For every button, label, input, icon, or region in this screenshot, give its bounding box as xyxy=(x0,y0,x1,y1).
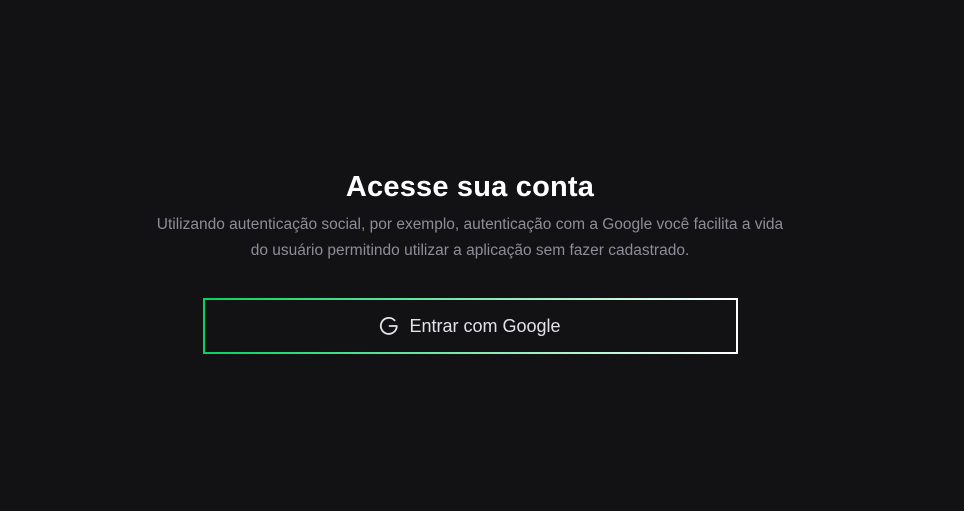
login-page: Acesse sua conta Utilizando autenticação… xyxy=(0,0,964,511)
google-login-label: Entrar com Google xyxy=(409,316,561,336)
login-card: Acesse sua conta Utilizando autenticação… xyxy=(0,168,940,354)
page-title: Acesse sua conta xyxy=(345,171,595,203)
page-description: Utilizando autenticação social, por exem… xyxy=(156,216,784,259)
google-icon xyxy=(379,316,399,336)
google-login-button[interactable]: Entrar com Google xyxy=(203,298,738,354)
